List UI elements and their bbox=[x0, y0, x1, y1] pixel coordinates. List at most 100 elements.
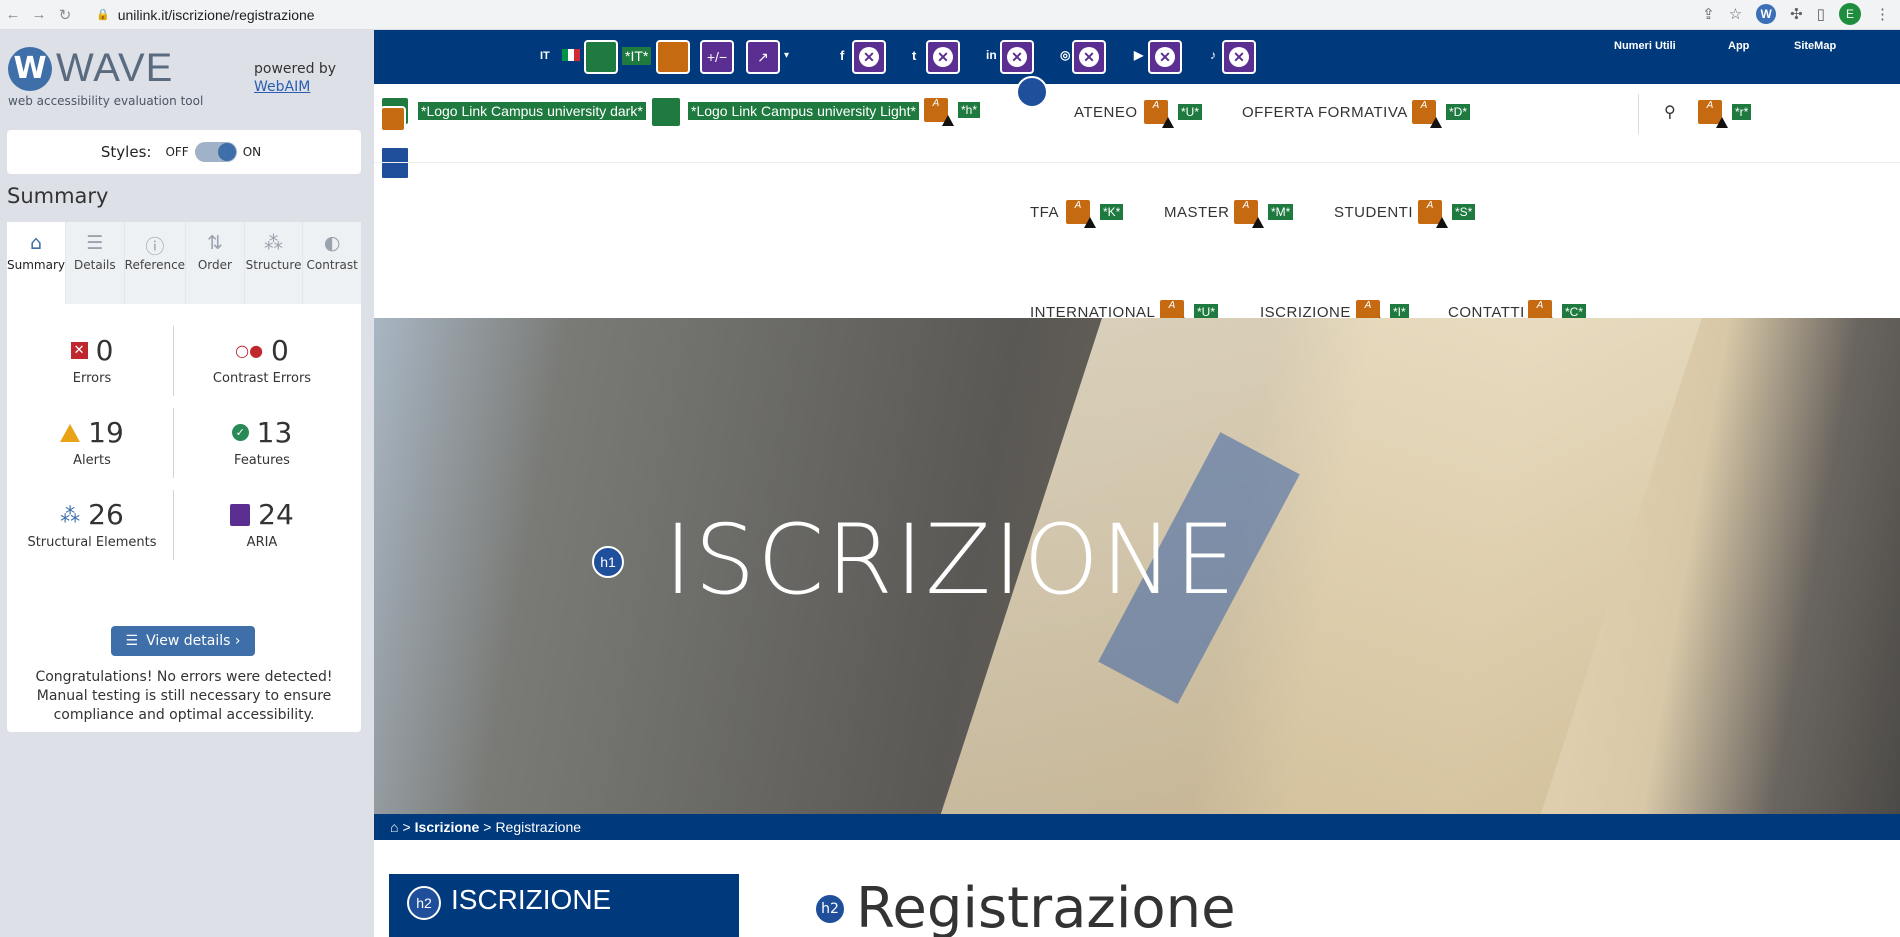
styles-on: ON bbox=[242, 145, 262, 159]
search-icon[interactable]: ⚲ bbox=[1664, 102, 1676, 122]
contrast-icon: ◐ bbox=[323, 232, 341, 254]
page-title: Registrazione bbox=[856, 876, 1236, 937]
contrast-errors-label: Contrast Errors bbox=[212, 371, 312, 386]
url-text[interactable]: unilink.it/iscrizione/registrazione bbox=[118, 7, 315, 23]
facebook-icon[interactable]: f bbox=[840, 48, 844, 63]
stat-features[interactable]: ✓ 13 Features bbox=[177, 416, 347, 468]
search-tag: *r* bbox=[1732, 104, 1752, 120]
tab-structure[interactable]: ⁂ Structure bbox=[244, 222, 304, 304]
side-menu-title: ISCRIZIONE bbox=[451, 884, 612, 915]
wave-extension-icon[interactable]: W bbox=[1756, 4, 1777, 24]
styles-toggle[interactable] bbox=[194, 142, 237, 162]
styles-label: Styles: bbox=[100, 143, 152, 161]
alt-text-tag: *IT* bbox=[622, 47, 652, 65]
hero-title: ISCRIZIONE bbox=[664, 504, 1238, 616]
stat-alerts[interactable]: 19 Alerts bbox=[7, 416, 177, 468]
aria-label: ARIA bbox=[246, 535, 278, 550]
wave-error-icon: ✕ bbox=[1000, 40, 1034, 74]
contrast-error-icon: ○● bbox=[235, 341, 264, 360]
nav-tag: *S* bbox=[1452, 204, 1476, 220]
stat-contrast-errors[interactable]: ○● 0 Contrast Errors bbox=[177, 334, 347, 386]
stat-aria[interactable]: 24 ARIA bbox=[177, 498, 347, 550]
menu-icon[interactable]: ⋮ bbox=[1875, 5, 1890, 23]
tab-summary[interactable]: ⌂ Summary bbox=[7, 222, 66, 304]
tab-label: Reference bbox=[124, 258, 186, 272]
wave-brand: WAVE bbox=[56, 46, 174, 90]
lang-label[interactable]: IT bbox=[540, 50, 550, 62]
side-menu-heading: h2 ISCRIZIONE bbox=[389, 874, 739, 937]
tab-details[interactable]: ☰ Details bbox=[66, 222, 125, 304]
structure-icon: ⁂ bbox=[264, 232, 284, 254]
tiktok-icon[interactable]: ♪ bbox=[1210, 48, 1216, 62]
back-icon[interactable]: ← bbox=[0, 6, 26, 23]
tab-label: Summary bbox=[7, 258, 65, 272]
feature-check-icon: ✓ bbox=[231, 424, 249, 441]
sidepanel-icon[interactable]: ▯ bbox=[1817, 5, 1825, 23]
h2-icon: h2 bbox=[407, 886, 441, 920]
forward-icon[interactable]: → bbox=[26, 6, 52, 23]
twitter-icon[interactable]: t bbox=[912, 48, 916, 63]
wave-aria-expand-icon: ↗ bbox=[746, 40, 780, 74]
nav-studenti[interactable]: STUDENTI bbox=[1334, 204, 1413, 221]
view-details-button[interactable]: ☰ View details › bbox=[111, 626, 255, 656]
divider bbox=[1638, 94, 1639, 134]
stat-structural[interactable]: ⁂ 26 Structural Elements bbox=[7, 498, 177, 550]
wave-error-icon: ✕ bbox=[926, 40, 960, 74]
youtube-icon[interactable]: ▶ bbox=[1134, 48, 1143, 62]
app-link[interactable]: App bbox=[1728, 40, 1749, 52]
toggle-knob bbox=[217, 143, 236, 161]
order-icon: ⇅ bbox=[206, 232, 223, 254]
hero-banner: h1 ISCRIZIONE bbox=[374, 318, 1900, 814]
summary-panel: ✕ 0 Errors ○● 0 Contrast Errors 19 Alerts … bbox=[7, 304, 361, 732]
wave-alert-icon bbox=[656, 40, 690, 74]
divider bbox=[374, 162, 1900, 163]
h1-icon: h1 bbox=[592, 546, 624, 578]
address-bar[interactable]: 🔒 unilink.it/iscrizione/registrazione bbox=[96, 3, 315, 27]
reload-icon[interactable]: ↻ bbox=[52, 6, 78, 24]
alt-tag: *h* bbox=[958, 102, 981, 118]
nav-offerta-formativa[interactable]: OFFERTA FORMATIVA bbox=[1242, 104, 1408, 121]
browser-toolbar: ← → ↻ 🔒 unilink.it/iscrizione/registrazi… bbox=[0, 0, 1900, 30]
instagram-icon[interactable]: ◎ bbox=[1060, 48, 1070, 62]
tab-contrast[interactable]: ◐ Contrast bbox=[303, 222, 361, 304]
list-icon: ☰ bbox=[86, 232, 104, 254]
star-icon[interactable]: ☆ bbox=[1729, 5, 1742, 23]
structural-label: Structural Elements bbox=[27, 535, 157, 550]
features-count: 13 bbox=[256, 416, 293, 449]
breadcrumb-parent[interactable]: Iscrizione bbox=[415, 819, 480, 835]
chevron-down-icon[interactable]: ▾ bbox=[784, 50, 789, 61]
congrats-message: Congratulations! No errors were detected… bbox=[35, 669, 333, 723]
styles-off: OFF bbox=[165, 145, 189, 159]
linkedin-icon[interactable]: in bbox=[986, 48, 997, 62]
tab-reference[interactable]: ⓘ Reference bbox=[124, 222, 187, 304]
wave-alert-icon: A bbox=[1232, 198, 1264, 228]
share-icon[interactable]: ⇪ bbox=[1702, 5, 1715, 23]
wave-alert-icon: A bbox=[922, 96, 954, 126]
webaim-link[interactable]: WebAIM bbox=[254, 79, 310, 95]
home-icon[interactable]: ⌂ bbox=[390, 819, 398, 835]
numeri-utili-link[interactable]: Numeri Utili bbox=[1614, 40, 1676, 52]
lock-icon: 🔒 bbox=[96, 9, 110, 21]
breadcrumb-current: Registrazione bbox=[495, 819, 582, 835]
nav-master[interactable]: MASTER bbox=[1164, 204, 1230, 221]
wave-error-icon: ✕ bbox=[1148, 40, 1182, 74]
aria-icon bbox=[230, 503, 251, 526]
h2-icon: h2 bbox=[814, 892, 846, 925]
puzzle-icon[interactable]: ✣ bbox=[1790, 5, 1803, 23]
wave-logo: W WAVE bbox=[8, 46, 173, 91]
powered-by: powered by WebAIM bbox=[254, 60, 336, 96]
powered-by-text: powered by bbox=[254, 61, 337, 77]
alerts-label: Alerts bbox=[73, 453, 111, 468]
nav-tfa[interactable]: TFA bbox=[1030, 204, 1059, 221]
tab-order[interactable]: ⇅ Order bbox=[186, 222, 245, 304]
wave-aria-icon: +/− bbox=[700, 40, 734, 74]
nav-tag: *U* bbox=[1178, 104, 1203, 120]
nav-ateneo[interactable]: ATENEO bbox=[1074, 104, 1138, 121]
wave-sidebar: W WAVE web accessibility evaluation tool… bbox=[0, 30, 374, 937]
profile-avatar[interactable]: E bbox=[1839, 3, 1861, 25]
wave-list-icon bbox=[1016, 76, 1048, 108]
logo-light-alt: *Logo Link Campus university Light* bbox=[688, 102, 919, 120]
stat-errors[interactable]: ✕ 0 Errors bbox=[7, 334, 177, 386]
wave-landmark-icon bbox=[380, 146, 410, 180]
sitemap-link[interactable]: SiteMap bbox=[1794, 40, 1836, 52]
